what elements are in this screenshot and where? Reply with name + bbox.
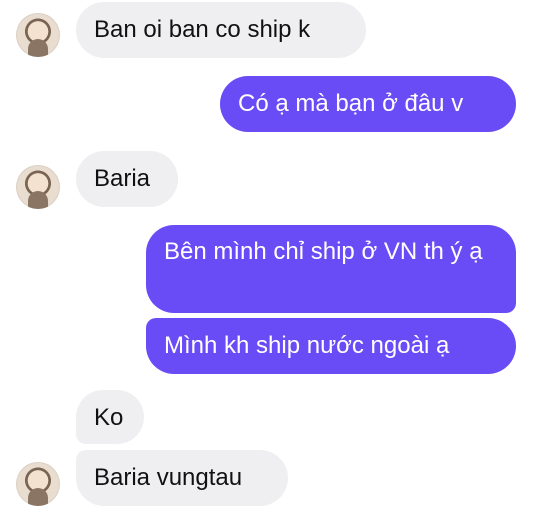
contact-avatar[interactable]	[16, 165, 60, 209]
incoming-message[interactable]: Ko	[76, 390, 144, 444]
outgoing-message[interactable]: Bên mình chỉ ship ở VN th ý ạ	[146, 225, 516, 313]
contact-avatar[interactable]	[16, 462, 60, 506]
outgoing-message[interactable]: Có ạ mà bạn ở đâu v	[220, 76, 516, 132]
incoming-message[interactable]: Ban oi ban co ship k	[76, 2, 366, 58]
outgoing-message[interactable]: Mình kh ship nước ngoài ạ	[146, 318, 516, 374]
message-thread: Ban oi ban co ship k Có ạ mà bạn ở đâu v…	[0, 0, 552, 514]
incoming-message[interactable]: Baria vungtau	[76, 450, 288, 506]
contact-avatar[interactable]	[16, 13, 60, 57]
incoming-message[interactable]: Baria	[76, 151, 178, 207]
